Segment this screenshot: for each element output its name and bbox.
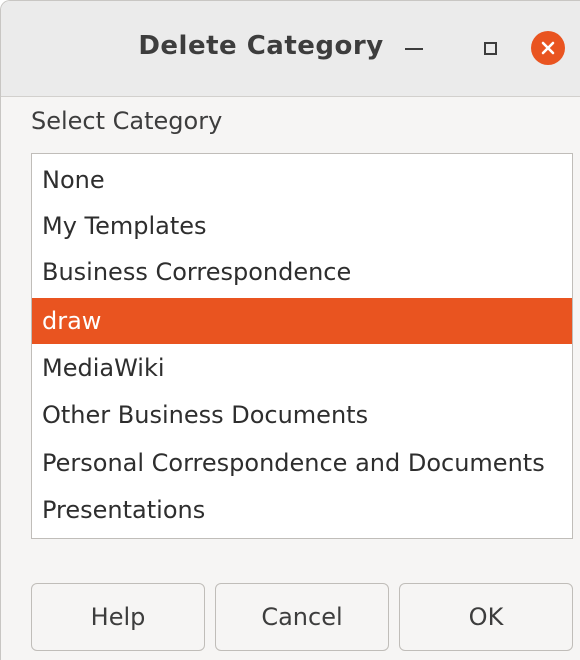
help-button[interactable]: Help: [31, 583, 205, 651]
minimize-icon: [405, 48, 423, 50]
list-item-business-correspondence[interactable]: Business Correspondence: [32, 249, 572, 295]
close-icon: [541, 41, 555, 55]
list-item-my-templates[interactable]: My Templates: [32, 203, 572, 249]
ok-button[interactable]: OK: [399, 583, 573, 651]
delete-category-dialog: Delete Category Select Category None My …: [0, 0, 580, 660]
close-button[interactable]: [531, 31, 565, 65]
maximize-button[interactable]: [473, 31, 507, 65]
title-bar[interactable]: Delete Category: [1, 1, 580, 97]
list-item-presentations[interactable]: Presentations: [32, 487, 572, 533]
list-item-none[interactable]: None: [32, 157, 572, 203]
list-item-draw[interactable]: draw: [32, 298, 572, 344]
category-listbox[interactable]: None My Templates Business Correspondenc…: [31, 153, 573, 539]
maximize-icon: [483, 41, 497, 55]
select-category-label: Select Category: [31, 107, 223, 135]
list-item-other-business-documents[interactable]: Other Business Documents: [32, 392, 572, 438]
list-item-personal-correspondence[interactable]: Personal Correspondence and Documents: [32, 440, 572, 486]
window-title: Delete Category: [138, 31, 384, 61]
cancel-button[interactable]: Cancel: [215, 583, 389, 651]
list-item-mediawiki[interactable]: MediaWiki: [32, 345, 572, 391]
minimize-button[interactable]: [397, 31, 431, 65]
